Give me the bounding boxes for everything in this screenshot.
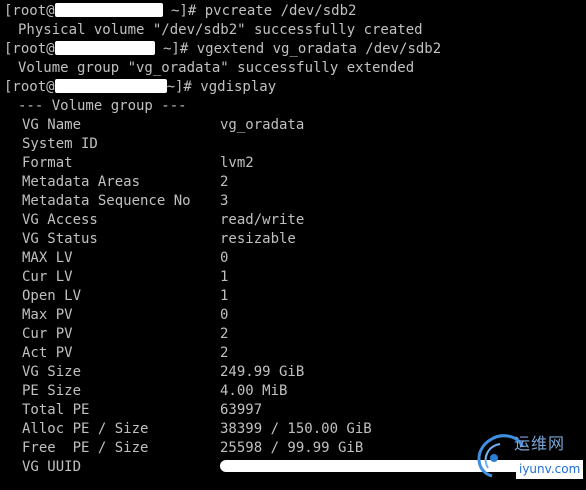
redacted-hostname <box>54 41 155 55</box>
section-title: --- Volume group --- <box>18 98 187 114</box>
vg-property-key: VG Access <box>22 212 98 228</box>
vg-property-key: Metadata Areas <box>22 174 141 190</box>
vg-property-row: Total PE 63997 <box>0 401 586 420</box>
vg-property-row: Metadata Areas 2 <box>0 173 586 192</box>
terminal-window[interactable]: [root@ ~]# pvcreate /dev/sdb2 Physical v… <box>0 0 586 490</box>
redacted-hostname <box>54 79 167 93</box>
vg-property-row: Open LV 1 <box>0 287 586 306</box>
vg-property-key: VG Size <box>22 364 82 380</box>
vg-property-key: VG Status <box>22 231 98 247</box>
vg-property-row: Max PV 0 <box>0 306 586 325</box>
vg-property-key: Cur LV <box>22 269 73 285</box>
vg-property-row: Metadata Sequence No 3 <box>0 192 586 211</box>
vg-property-value: 38399 / 150.00 GiB <box>220 421 372 437</box>
vg-property-key: VG UUID <box>22 459 82 475</box>
vg-property-row: VG Access read/write <box>0 211 586 230</box>
vg-property-value: 1 <box>220 288 229 304</box>
vg-property-row: VG Name vg_oradata <box>0 116 586 135</box>
vg-property-key: Alloc PE / Size <box>22 421 149 437</box>
vg-property-key: Total PE <box>22 402 90 418</box>
vg-property-value: 3 <box>220 193 229 209</box>
output-line: Physical volume "/dev/sdb2" successfully… <box>18 22 423 38</box>
vg-property-value: 63997 <box>220 402 263 418</box>
vg-property-row: VG Status resizable <box>0 230 586 249</box>
vg-property-key: Act PV <box>22 345 73 361</box>
vg-property-row: System ID <box>0 135 586 154</box>
vg-property-key: Cur PV <box>22 326 73 342</box>
vg-property-key: System ID <box>22 136 98 152</box>
command-text: ~]# vgdisplay <box>166 79 277 95</box>
command-text: ~]# pvcreate /dev/sdb2 <box>162 3 357 19</box>
vg-property-value: read/write <box>220 212 305 228</box>
watermark-logo: 运维网 iyunv.com <box>470 428 584 484</box>
vg-property-value: 4.00 MiB <box>220 383 288 399</box>
vg-property-value: 0 <box>220 307 229 323</box>
vg-property-key: VG Name <box>22 117 82 133</box>
vg-property-key: Max PV <box>22 307 73 323</box>
vg-property-row: Cur PV 2 <box>0 325 586 344</box>
redacted-hostname <box>54 3 163 17</box>
prompt-line-vgdisplay: [root@ ~]# vgdisplay <box>0 78 586 97</box>
prompt-line-pvcreate: [root@ ~]# pvcreate /dev/sdb2 <box>0 2 586 21</box>
vg-property-row: Act PV 2 <box>0 344 586 363</box>
vg-properties: VG Name vg_oradata System ID Format lvm2 Meta… <box>0 116 586 477</box>
vg-property-value: 249.99 GiB <box>220 364 305 380</box>
output-line: Volume group "vg_oradata" successfully e… <box>18 60 415 76</box>
vg-property-value: vg_oradata <box>220 117 305 133</box>
prompt-line-vgextend: [root@ ~]# vgextend vg_oradata /dev/sdb2 <box>0 40 586 59</box>
vg-property-value: 25598 / 99.99 GiB <box>220 440 364 456</box>
vg-property-value: resizable <box>220 231 296 247</box>
prompt-prefix: [root@ <box>4 79 55 95</box>
vg-property-value: 2 <box>220 326 229 342</box>
vg-property-row: PE Size 4.00 MiB <box>0 382 586 401</box>
vg-property-key: Open LV <box>22 288 82 304</box>
vg-property-value: 1 <box>220 269 229 285</box>
vg-property-value: 2 <box>220 174 229 190</box>
vg-property-key: Free PE / Size <box>22 440 149 456</box>
prompt-prefix: [root@ <box>4 3 55 19</box>
vg-property-row: Cur LV 1 <box>0 268 586 287</box>
vg-property-row: MAX LV 0 <box>0 249 586 268</box>
vg-property-value: 0 <box>220 250 229 266</box>
vg-property-key: Format <box>22 155 73 171</box>
vg-property-row: VG Size 249.99 GiB <box>0 363 586 382</box>
vg-property-key: Metadata Sequence No <box>22 193 191 209</box>
watermark-en-text: iyunv.com <box>516 460 584 479</box>
vg-property-key: PE Size <box>22 383 82 399</box>
vg-property-value: 2 <box>220 345 229 361</box>
vg-property-key: MAX LV <box>22 250 73 266</box>
vg-property-value: lvm2 <box>220 155 254 171</box>
command-text: ~]# vgextend vg_oradata /dev/sdb2 <box>154 41 442 57</box>
prompt-prefix: [root@ <box>4 41 55 57</box>
watermark-cn-text: 运维网 <box>514 434 566 453</box>
vg-property-row: Format lvm2 <box>0 154 586 173</box>
